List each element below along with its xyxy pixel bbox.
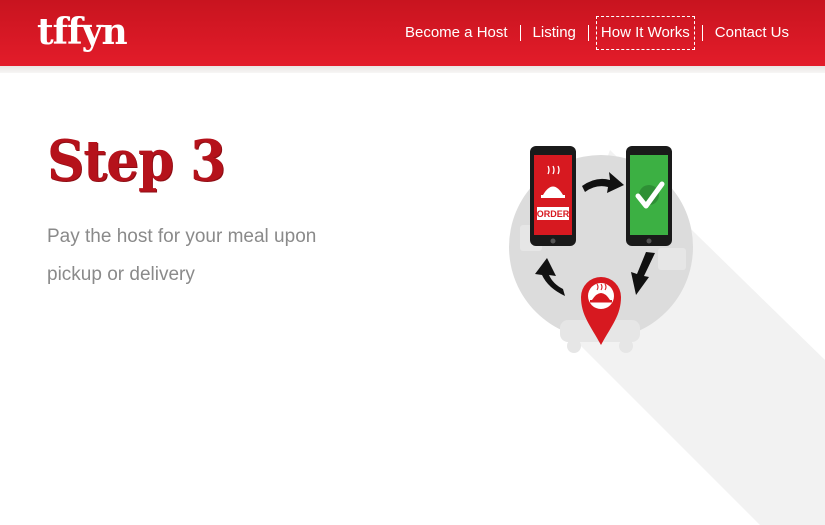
nav-listing[interactable]: Listing bbox=[531, 19, 578, 47]
header-shadow bbox=[0, 66, 825, 73]
main-nav: Become a Host Listing How It Works Conta… bbox=[403, 16, 791, 50]
top-header: tffyn Become a Host Listing How It Works… bbox=[0, 0, 825, 66]
nav-contact-us[interactable]: Contact Us bbox=[713, 19, 791, 47]
nav-divider bbox=[701, 25, 703, 41]
step-title: Step 3 bbox=[47, 128, 226, 194]
order-label: ORDER bbox=[537, 209, 570, 219]
how-it-works-illustration: ORDER bbox=[509, 146, 825, 525]
nav-divider bbox=[587, 25, 589, 41]
phone-check-icon bbox=[626, 146, 672, 246]
nav-divider bbox=[519, 25, 521, 41]
nav-become-a-host[interactable]: Become a Host bbox=[403, 19, 510, 47]
phone-order-icon: ORDER bbox=[530, 146, 576, 246]
logo[interactable]: tffyn bbox=[37, 8, 128, 56]
nav-how-it-works[interactable]: How It Works bbox=[595, 16, 695, 50]
step-description: Pay the host for your meal upon pickup o… bbox=[47, 226, 317, 285]
